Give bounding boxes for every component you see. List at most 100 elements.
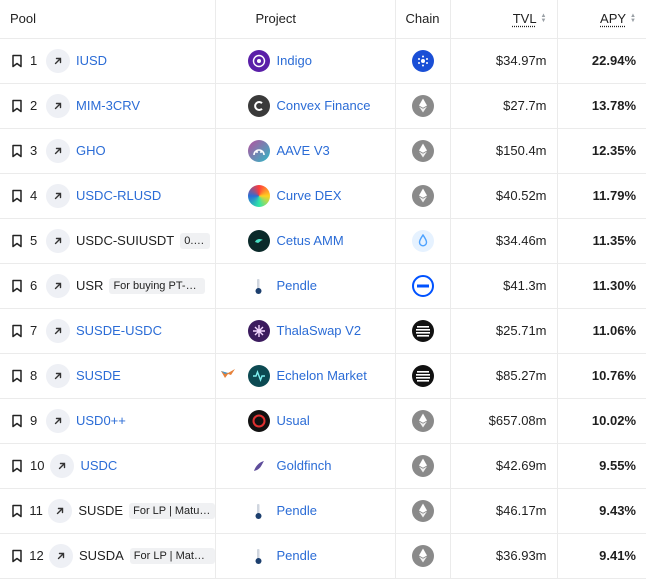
open-pool-arrow-icon[interactable] <box>46 318 70 343</box>
project-name-link[interactable]: Echelon Market <box>277 368 367 383</box>
pendle-logo-icon <box>247 499 270 522</box>
table-row[interactable]: 3 GHO AAVE V3 $150.4m 12.35% <box>0 128 646 174</box>
open-pool-arrow-icon[interactable] <box>46 363 70 388</box>
chain-cell <box>394 218 450 264</box>
open-pool-arrow-icon[interactable] <box>46 93 70 118</box>
project-name-link[interactable]: Pendle <box>277 278 317 293</box>
chain-cell <box>394 443 450 489</box>
project-name-link[interactable]: Pendle <box>277 548 317 563</box>
apy-cell: 10.76% <box>556 353 646 399</box>
bookmark-icon[interactable] <box>10 188 24 204</box>
pool-cell: 3 GHO <box>0 128 215 174</box>
bookmark-icon[interactable] <box>10 413 24 429</box>
row-rank: 5 <box>30 233 38 248</box>
project-cell: Pendle <box>214 263 395 309</box>
open-pool-arrow-icon[interactable] <box>46 273 70 298</box>
pool-name-link[interactable]: USDC-RLUSD <box>76 188 161 203</box>
project-name-link[interactable]: AAVE V3 <box>277 143 330 158</box>
bookmark-icon[interactable] <box>10 233 24 249</box>
tvl-cell: $150.4m <box>449 128 557 174</box>
project-cell: ThalaSwap V2 <box>214 308 395 354</box>
pool-name-link[interactable]: SUSDA <box>79 548 124 563</box>
pool-name-link[interactable]: IUSD <box>76 53 107 68</box>
project-cell: Indigo <box>214 38 395 84</box>
pool-cell: 7 SUSDE-USDC <box>0 308 215 354</box>
pool-name-link[interactable]: SUSDE <box>78 503 123 518</box>
project-name-link[interactable]: Convex Finance <box>277 98 371 113</box>
row-rank: 2 <box>30 98 38 113</box>
table-row[interactable]: 10 USDC Goldfinch $42.69m 9.55% <box>0 443 646 489</box>
pool-name-link[interactable]: SUSDE <box>76 368 121 383</box>
column-header-tvl[interactable]: TVL ▲ ▼ <box>449 0 557 39</box>
sui-icon <box>411 229 434 252</box>
cetus-logo-icon <box>247 229 270 252</box>
bookmark-icon[interactable] <box>10 143 24 159</box>
ethereum-icon <box>411 454 434 477</box>
ethereum-icon <box>411 544 434 567</box>
chain-cell <box>394 263 450 309</box>
pool-name-link[interactable]: SUSDE-USDC <box>76 323 162 338</box>
project-name-link[interactable]: Curve DEX <box>277 188 342 203</box>
project-name-link[interactable]: Indigo <box>277 53 312 68</box>
project-name-link[interactable]: Pendle <box>277 503 317 518</box>
project-name-link[interactable]: ThalaSwap V2 <box>277 323 362 338</box>
bookmark-icon[interactable] <box>10 548 23 564</box>
chain-cell <box>394 353 450 399</box>
chain-cell <box>394 533 450 579</box>
bookmark-icon[interactable] <box>10 53 24 69</box>
table-row[interactable]: 2 MIM-3CRV Convex Finance $27.7m 13.78% <box>0 83 646 129</box>
table-row[interactable]: 4 USDC-RLUSD Curve DEX $40.52m 11.79% <box>0 173 646 219</box>
open-pool-arrow-icon[interactable] <box>50 453 75 478</box>
sort-icon: ▲ ▼ <box>540 12 547 24</box>
open-pool-arrow-icon[interactable] <box>46 48 70 73</box>
pool-meta-tag: For LP | Maturity <box>129 502 215 519</box>
table-row[interactable]: 7 SUSDE-USDC ThalaSwap V2 $25.71m 11.06% <box>0 308 646 354</box>
pool-name-link[interactable]: USD0++ <box>76 413 126 428</box>
project-name-link[interactable]: Goldfinch <box>277 458 332 473</box>
echelon-logo-icon <box>247 364 270 387</box>
pool-name-link[interactable]: GHO <box>76 143 106 158</box>
apy-cell: 12.35% <box>556 128 646 174</box>
table-row[interactable]: 6 USR For buying PT-USR Pendle $41.3m 11.30% <box>0 263 646 309</box>
open-pool-arrow-icon[interactable] <box>46 138 70 163</box>
pool-name-link[interactable]: USR <box>76 278 103 293</box>
open-pool-arrow-icon[interactable] <box>48 498 73 523</box>
open-pool-arrow-icon[interactable] <box>46 183 70 208</box>
chain-cell <box>394 173 450 219</box>
usual-logo-icon <box>247 409 270 432</box>
project-name-link[interactable]: Cetus AMM <box>277 233 344 248</box>
pool-cell: 9 USD0++ <box>0 398 215 444</box>
tvl-cell: $25.71m <box>449 308 557 354</box>
tvl-cell: $36.93m <box>449 533 557 579</box>
bookmark-icon[interactable] <box>10 98 24 114</box>
open-pool-arrow-icon[interactable] <box>46 408 70 433</box>
project-name-link[interactable]: Usual <box>277 413 310 428</box>
bookmark-icon[interactable] <box>10 368 24 384</box>
bookmark-icon[interactable] <box>10 278 24 294</box>
table-row[interactable]: 1 IUSD Indigo $34.97m 22.94% <box>0 38 646 84</box>
table-row[interactable]: 11 SUSDE For LP | Maturity Pendle $46.17m 9.4… <box>0 488 646 534</box>
table-row[interactable]: 8 SUSDE Echelon Market $85.27m 10.76% <box>0 353 646 399</box>
column-header-pool: Pool <box>0 0 215 39</box>
bookmark-icon[interactable] <box>10 458 24 474</box>
open-pool-arrow-icon[interactable] <box>49 543 73 568</box>
table-row[interactable]: 12 SUSDA For LP | Maturity Pendle $36.93m 9.4… <box>0 533 646 579</box>
project-cell: Pendle <box>214 488 395 534</box>
table-row[interactable]: 9 USD0++ Usual $657.08m 10.02% <box>0 398 646 444</box>
pool-meta-tag: 0.01% <box>180 232 211 249</box>
chain-cell <box>394 83 450 129</box>
pool-name-link[interactable]: MIM-3CRV <box>76 98 140 113</box>
apy-cell: 22.94% <box>556 38 646 84</box>
apy-cell: 9.55% <box>556 443 646 489</box>
column-header-apy[interactable]: APY ▲ ▼ <box>556 0 646 39</box>
table-row[interactable]: 5 USDC-SUIUSDT 0.01% Cetus AMM $34.46m11.35% <box>0 218 646 264</box>
bookmark-icon[interactable] <box>10 503 23 519</box>
convex-logo-icon <box>247 94 270 117</box>
row-rank: 4 <box>30 188 38 203</box>
pool-name-link[interactable]: USDC-SUIUSDT <box>76 233 174 248</box>
open-pool-arrow-icon[interactable] <box>46 228 70 253</box>
pool-name-link[interactable]: USDC <box>80 458 117 473</box>
tvl-cell: $40.52m <box>449 173 557 219</box>
goldfinch-logo-icon <box>247 454 270 477</box>
bookmark-icon[interactable] <box>10 323 24 339</box>
